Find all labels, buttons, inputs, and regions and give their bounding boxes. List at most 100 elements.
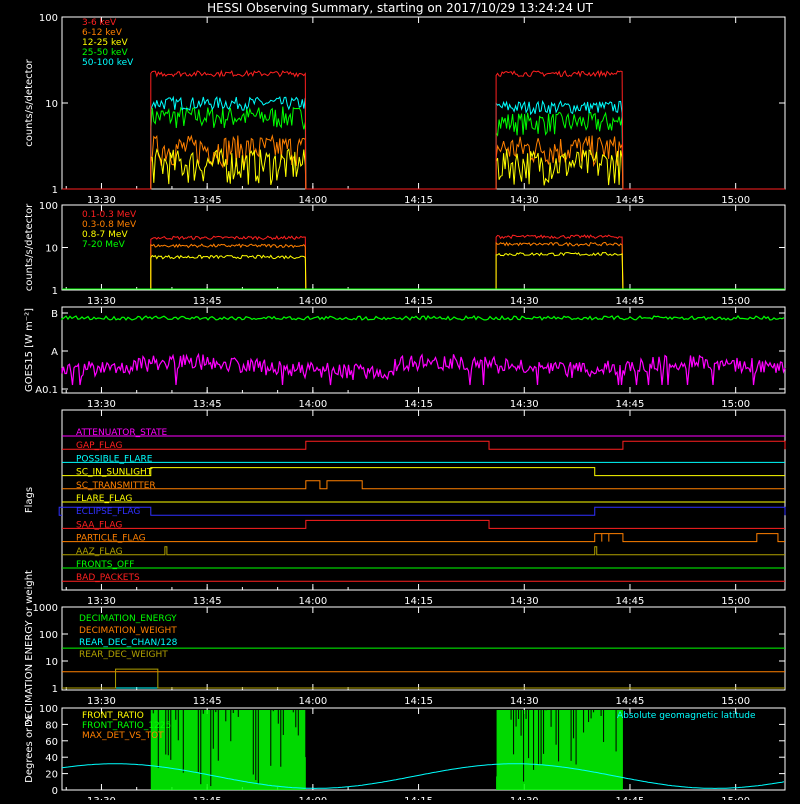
x-tick-label: 15:00	[721, 296, 750, 307]
legend-entry: 0.1-0.3 MeV	[82, 210, 137, 220]
flag-label: ATTENUATOR_STATE	[76, 428, 168, 438]
x-tick-label: 13:30	[87, 399, 116, 410]
x-tick-label: 13:45	[193, 195, 222, 206]
x-tick-label: 14:30	[510, 296, 539, 307]
y-tick-label: 10	[45, 244, 58, 255]
legend-entry: FRONT_RATIO	[82, 711, 144, 721]
flag-label: GAP_FLAG	[76, 441, 122, 451]
flag-label: AAZ_FLAG	[76, 547, 123, 557]
y-tick-label: A0.1	[35, 385, 58, 396]
legend-entry: 0.3-0.8 MeV	[82, 220, 137, 230]
y-tick-label: 100	[39, 704, 58, 715]
legend-entry: DECIMATION_WEIGHT	[79, 626, 177, 636]
x-tick-label: 13:30	[87, 696, 116, 707]
legend-entry: 25-50 keV	[82, 48, 128, 58]
y-tick-label: 1	[52, 684, 58, 695]
y-tick-label: A	[51, 347, 58, 358]
y-axis-label: GOES15 [W m⁻²]	[24, 308, 35, 392]
x-tick-label: 14:45	[616, 399, 645, 410]
x-tick-label: 15:00	[721, 796, 750, 800]
x-tick-label: 14:45	[616, 596, 645, 607]
legend-entry: FRONT_RATIO_1225	[82, 721, 171, 731]
x-tick-label: 14:15	[404, 195, 433, 206]
x-tick-label: 14:00	[298, 696, 327, 707]
y-tick-label: 1	[52, 185, 58, 196]
x-tick-label: 14:00	[298, 399, 327, 410]
flag-label: SC_TRANSMITTER	[76, 481, 156, 491]
x-tick-label: 14:00	[298, 596, 327, 607]
x-tick-label: 15:00	[721, 696, 750, 707]
x-tick-label: 14:45	[616, 796, 645, 800]
x-tick-label: 15:00	[721, 399, 750, 410]
flag-label: SAA_FLAG	[76, 520, 122, 530]
y-tick-label: 1000	[33, 603, 58, 614]
flag-label: BAD_PACKETS	[76, 573, 140, 583]
x-tick-label: 15:00	[721, 596, 750, 607]
y-axis-label: counts/s/detector	[24, 58, 35, 146]
x-tick-label: 13:45	[193, 696, 222, 707]
y-tick-label: 1	[52, 286, 58, 297]
x-tick-label: 14:00	[298, 296, 327, 307]
plot-canvas: HESSI Observing Summary, starting on 201…	[0, 0, 800, 804]
x-tick-label: 14:00	[298, 796, 327, 800]
y-axis-label: Degrees or %	[24, 715, 35, 783]
x-tick-label: 13:45	[193, 596, 222, 607]
y-tick-label: 100	[39, 630, 58, 641]
legend-entry: 7-20 MeV	[82, 240, 126, 250]
legend-entry: REAR_DEC_CHAN/128	[79, 638, 178, 648]
flag-label: FLARE_FLAG	[76, 494, 132, 504]
x-tick-label: 14:15	[404, 296, 433, 307]
y-axis-label: counts/s/detector	[24, 203, 35, 291]
legend-entry: DECIMATION_ENERGY	[79, 614, 177, 624]
x-tick-label: 14:15	[404, 399, 433, 410]
x-tick-label: 14:30	[510, 399, 539, 410]
y-axis-label: Flags	[24, 487, 35, 513]
x-tick-label: 13:45	[193, 399, 222, 410]
x-tick-label: 14:45	[616, 696, 645, 707]
x-tick-label: 14:15	[404, 596, 433, 607]
y-tick-label: 40	[45, 753, 58, 764]
ratio-bars-0	[150, 710, 306, 790]
flag-label: PARTICLE_FLAG	[76, 534, 146, 544]
x-tick-label: 14:30	[510, 796, 539, 800]
y-tick-label: 80	[45, 720, 58, 731]
y-tick-label: 100	[39, 13, 58, 24]
x-tick-label: 15:00	[721, 195, 750, 206]
legend-entry: 0.8-7 MeV	[82, 230, 128, 240]
chart-title: HESSI Observing Summary, starting on 201…	[207, 1, 593, 15]
x-tick-label: 14:30	[510, 696, 539, 707]
hessi-summary-plot: HESSI Observing Summary, starting on 201…	[0, 0, 800, 804]
x-tick-label: 13:45	[193, 296, 222, 307]
flag-label: ECLIPSE_FLAG	[76, 507, 140, 517]
x-tick-label: 14:45	[616, 195, 645, 206]
legend-entry: MAX_DET_VS_TOT	[82, 731, 164, 741]
legend-entry: Absolute geomagnetic latitude	[617, 711, 756, 721]
y-tick-label: 60	[45, 737, 58, 748]
x-tick-label: 14:45	[616, 296, 645, 307]
y-axis-label: DECIMATION ENERGY or weight	[24, 570, 35, 727]
y-tick-label: 10	[45, 99, 58, 110]
y-tick-label: 10	[45, 657, 58, 668]
y-tick-label: 0	[52, 786, 58, 797]
y-tick-label: 100	[39, 201, 58, 212]
flag-label: SC_IN_SUNLIGHT	[76, 468, 153, 478]
x-tick-label: 13:30	[87, 296, 116, 307]
x-tick-label: 13:30	[87, 596, 116, 607]
x-tick-label: 13:30	[87, 796, 116, 800]
legend-entry: REAR_DEC_WEIGHT	[79, 650, 168, 660]
flag-label: FRONTS_OFF	[76, 560, 134, 570]
y-tick-label: B	[51, 309, 58, 320]
x-tick-label: 13:45	[193, 796, 222, 800]
x-tick-label: 14:15	[404, 696, 433, 707]
x-tick-label: 14:00	[298, 195, 327, 206]
x-tick-label: 14:15	[404, 796, 433, 800]
x-tick-label: 14:30	[510, 596, 539, 607]
legend-entry: 3-6 keV	[82, 18, 117, 28]
x-tick-label: 14:30	[510, 195, 539, 206]
legend-entry: 12-25 keV	[82, 38, 128, 48]
y-tick-label: 20	[45, 770, 58, 781]
legend-entry: 6-12 keV	[82, 28, 123, 38]
legend-entry: 50-100 keV	[82, 58, 134, 68]
flag-label: POSSIBLE_FLARE	[76, 454, 153, 464]
x-tick-label: 13:30	[87, 195, 116, 206]
